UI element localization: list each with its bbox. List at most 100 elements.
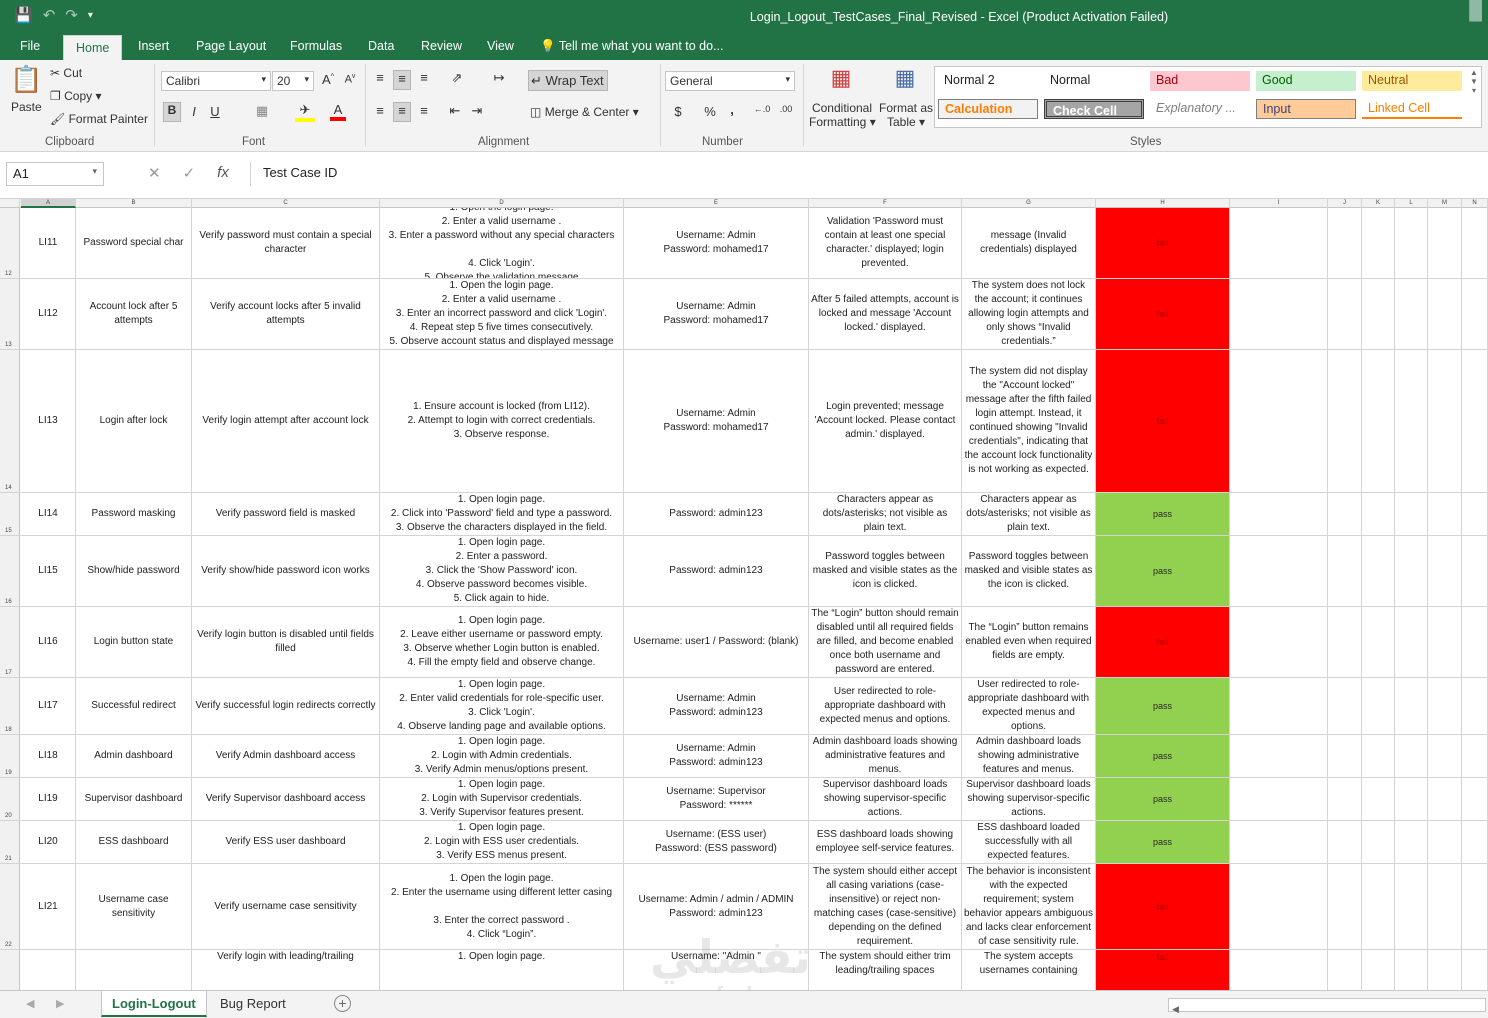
tab-review[interactable]: Review: [421, 39, 462, 53]
column-header-d[interactable]: D: [380, 199, 624, 208]
cell-l17[interactable]: [1395, 607, 1428, 677]
style-good[interactable]: Good: [1256, 71, 1356, 91]
cell-m17[interactable]: [1428, 607, 1462, 677]
row-header[interactable]: 16: [0, 536, 20, 606]
currency-button[interactable]: $: [672, 104, 684, 119]
select-all-corner[interactable]: [0, 199, 20, 208]
cell-m22[interactable]: [1428, 864, 1462, 949]
cell-a17[interactable]: LI16: [21, 607, 76, 677]
cell-g14[interactable]: The system did not display the "Account …: [962, 350, 1096, 492]
cell-m14[interactable]: [1428, 350, 1462, 492]
formula-input[interactable]: Test Case ID: [250, 162, 1484, 186]
row-header[interactable]: 19: [0, 735, 20, 777]
cell-n13[interactable]: [1462, 279, 1488, 349]
cell-m16[interactable]: [1428, 536, 1462, 606]
cell-b15[interactable]: Password masking: [76, 493, 192, 535]
cell-f15[interactable]: Characters appear as dots/asterisks; not…: [809, 493, 962, 535]
align-left-icon[interactable]: ≡: [372, 103, 388, 118]
cell-i19[interactable]: [1230, 735, 1328, 777]
text-direction-icon[interactable]: ↦: [489, 70, 509, 86]
cell-d19[interactable]: 1. Open login page. 2. Login with Admin …: [380, 735, 624, 777]
paste-button[interactable]: Paste: [11, 100, 42, 114]
cell-b22[interactable]: Username case sensitivity: [76, 864, 192, 949]
increase-indent-icon[interactable]: ⇥: [468, 103, 486, 119]
row-header[interactable]: 21: [0, 821, 20, 863]
cell-e13[interactable]: Username: Admin Password: mohamed17: [624, 279, 809, 349]
cell-i20[interactable]: [1230, 778, 1328, 820]
cell-m12[interactable]: [1428, 208, 1462, 278]
cell-j14[interactable]: [1328, 350, 1362, 492]
prev-sheet-icon[interactable]: ◀: [26, 997, 34, 1010]
cell-m21[interactable]: [1428, 821, 1462, 863]
style-input[interactable]: Input: [1256, 99, 1356, 119]
cell-i23[interactable]: [1230, 950, 1328, 990]
style-bad[interactable]: Bad: [1150, 71, 1250, 91]
cell-m19[interactable]: [1428, 735, 1462, 777]
cell-l23[interactable]: [1395, 950, 1428, 990]
row-header[interactable]: 23: [0, 950, 20, 990]
cell-j20[interactable]: [1328, 778, 1362, 820]
cell-l21[interactable]: [1395, 821, 1428, 863]
status-cell[interactable]: fail: [1096, 950, 1230, 990]
cell-k21[interactable]: [1362, 821, 1395, 863]
underline-button[interactable]: U: [208, 104, 222, 119]
percent-button[interactable]: %: [703, 104, 717, 119]
cell-m18[interactable]: [1428, 678, 1462, 734]
column-header-a[interactable]: A: [21, 199, 76, 208]
cell-n16[interactable]: [1462, 536, 1488, 606]
cell-f14[interactable]: Login prevented; message 'Account locked…: [809, 350, 962, 492]
style-normal-2[interactable]: Normal 2: [938, 71, 1038, 91]
cell-j13[interactable]: [1328, 279, 1362, 349]
worksheet-grid[interactable]: 12 LI11 Password special char Verify passwo…: [0, 208, 1488, 990]
tab-page-layout[interactable]: Page Layout: [196, 39, 266, 53]
row-header[interactable]: 18: [0, 678, 20, 734]
cell-k14[interactable]: [1362, 350, 1395, 492]
cell-e14[interactable]: Username: Admin Password: mohamed17: [624, 350, 809, 492]
column-header-l[interactable]: L: [1395, 199, 1428, 208]
status-cell[interactable]: pass: [1096, 493, 1230, 535]
next-sheet-icon[interactable]: ▶: [56, 997, 64, 1010]
cell-d18[interactable]: 1. Open login page. 2. Enter valid crede…: [380, 678, 624, 734]
cell-b23[interactable]: [76, 950, 192, 990]
wrap-text-button[interactable]: ↵ Wrap Text: [528, 70, 608, 91]
row-header[interactable]: 22: [0, 864, 20, 949]
cell-a23[interactable]: [21, 950, 76, 990]
cell-c22[interactable]: Verify username case sensitivity: [192, 864, 380, 949]
format-as-table-icon[interactable]: ▦: [890, 65, 920, 95]
cell-a21[interactable]: LI20: [21, 821, 76, 863]
column-header-e[interactable]: E: [624, 199, 809, 208]
cell-l19[interactable]: [1395, 735, 1428, 777]
tab-data[interactable]: Data: [368, 39, 394, 53]
align-right-icon[interactable]: ≡: [416, 103, 432, 118]
cell-i12[interactable]: [1230, 208, 1328, 278]
cell-a13[interactable]: LI12: [21, 279, 76, 349]
cell-k18[interactable]: [1362, 678, 1395, 734]
cell-b20[interactable]: Supervisor dashboard: [76, 778, 192, 820]
cell-m13[interactable]: [1428, 279, 1462, 349]
cell-c12[interactable]: Verify password must contain a special c…: [192, 208, 380, 278]
cell-l14[interactable]: [1395, 350, 1428, 492]
cell-e17[interactable]: Username: user1 / Password: (blank): [624, 607, 809, 677]
cell-a16[interactable]: LI15: [21, 536, 76, 606]
style-explanatory[interactable]: Explanatory ...: [1150, 99, 1250, 119]
cell-d23[interactable]: 1. Open login page.: [380, 950, 624, 990]
tab-file[interactable]: File: [20, 39, 40, 53]
cut-button[interactable]: ✂ Cut: [50, 66, 82, 80]
conditional-formatting-button[interactable]: Conditional Formatting ▾: [809, 101, 876, 129]
cell-b17[interactable]: Login button state: [76, 607, 192, 677]
column-header-j[interactable]: J: [1328, 199, 1362, 208]
cell-k12[interactable]: [1362, 208, 1395, 278]
cell-e16[interactable]: Password: admin123: [624, 536, 809, 606]
column-header-h[interactable]: H: [1096, 199, 1230, 208]
status-cell[interactable]: fail: [1096, 864, 1230, 949]
cell-e23[interactable]: Username: "Admin ": [624, 950, 809, 990]
cell-j15[interactable]: [1328, 493, 1362, 535]
row-header[interactable]: 14: [0, 350, 20, 492]
cell-b13[interactable]: Account lock after 5 attempts: [76, 279, 192, 349]
cell-j17[interactable]: [1328, 607, 1362, 677]
cell-b18[interactable]: Successful redirect: [76, 678, 192, 734]
cell-g12[interactable]: message (Invalid credentials) displayed: [962, 208, 1096, 278]
cell-f20[interactable]: Supervisor dashboard loads showing super…: [809, 778, 962, 820]
column-header-n[interactable]: N: [1462, 199, 1488, 208]
cell-a12[interactable]: LI11: [21, 208, 76, 278]
